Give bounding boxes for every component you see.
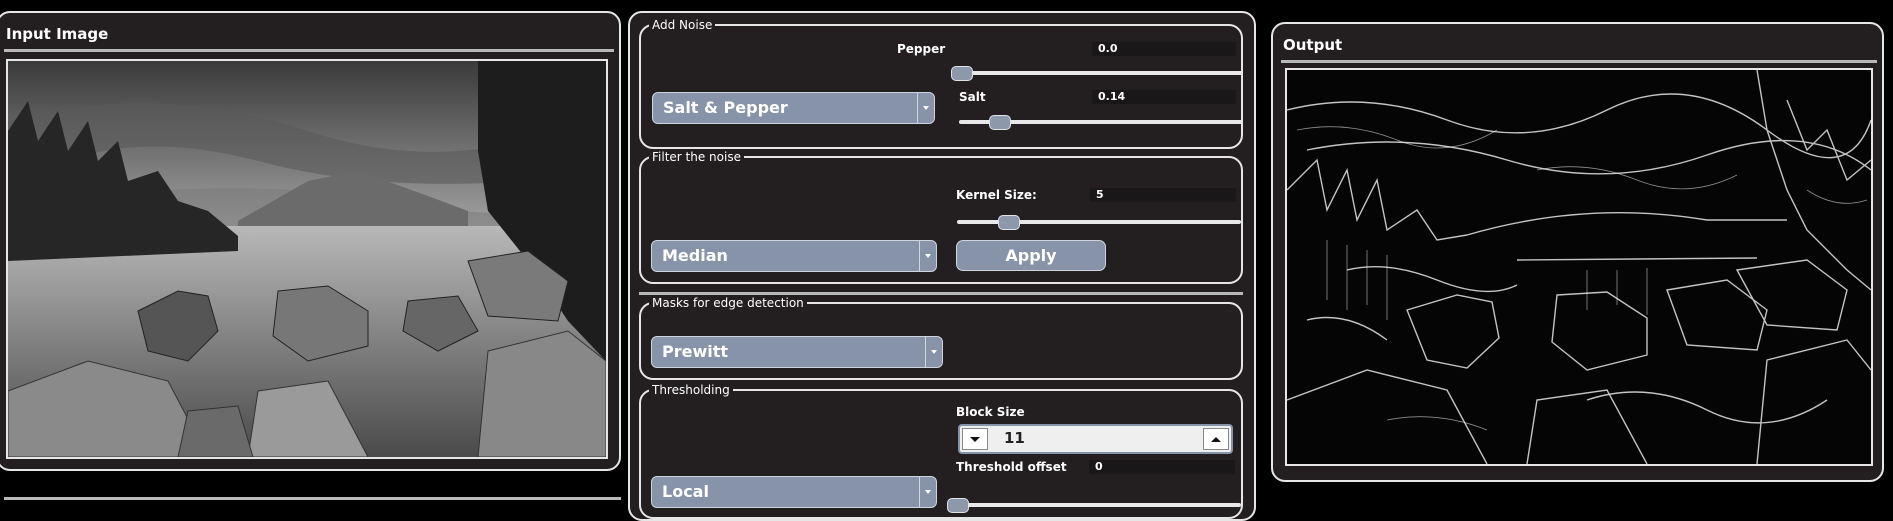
pepper-label: Pepper bbox=[897, 42, 946, 56]
spin-up-glyph bbox=[1211, 437, 1221, 442]
kernel-size-slider-handle[interactable] bbox=[998, 215, 1020, 230]
threshold-offset-label: Threshold offset bbox=[956, 460, 1067, 474]
input-image bbox=[6, 59, 608, 459]
controls-divider bbox=[639, 292, 1243, 295]
filter-type-value: Median bbox=[662, 246, 728, 265]
threshold-type-value: Local bbox=[662, 482, 709, 501]
pepper-slider-handle[interactable] bbox=[951, 66, 973, 81]
threshold-type-dropdown[interactable]: Local bbox=[651, 476, 937, 508]
threshold-offset-slider-handle[interactable] bbox=[947, 498, 969, 513]
edge-mask-dropdown[interactable]: Prewitt bbox=[651, 336, 943, 368]
output-panel-divider bbox=[1281, 60, 1877, 63]
chevron-down-icon[interactable] bbox=[925, 337, 942, 367]
edge-detection-legend: Masks for edge detection bbox=[649, 296, 807, 310]
output-edge-picture bbox=[1287, 70, 1871, 464]
noise-type-dropdown[interactable]: Salt & Pepper bbox=[652, 92, 935, 124]
input-panel-bottom-divider bbox=[4, 497, 621, 500]
spin-down-glyph bbox=[970, 437, 980, 442]
input-image-picture bbox=[8, 61, 606, 457]
input-panel-title: Input Image bbox=[6, 25, 109, 43]
edge-detection-group: Masks for edge detection Prewitt bbox=[639, 296, 1243, 380]
filter-noise-legend: Filter the noise bbox=[649, 150, 744, 164]
output-image bbox=[1285, 68, 1873, 466]
thresholding-legend: Thresholding bbox=[649, 383, 733, 397]
add-noise-legend: Add Noise bbox=[649, 18, 716, 32]
salt-label: Salt bbox=[959, 90, 986, 104]
chevron-down-icon[interactable] bbox=[919, 241, 936, 271]
kernel-size-label: Kernel Size: bbox=[956, 188, 1037, 202]
input-panel-divider bbox=[4, 49, 614, 52]
input-image-panel: Input Image bbox=[0, 11, 621, 471]
thresholding-group: Thresholding Block Size 11 Threshold off… bbox=[639, 383, 1243, 519]
block-size-value[interactable]: 11 bbox=[1004, 429, 1025, 447]
output-panel-title: Output bbox=[1283, 36, 1343, 54]
kernel-size-value: 5 bbox=[1090, 188, 1236, 202]
block-size-spinbox[interactable]: 11 bbox=[958, 424, 1233, 454]
edge-mask-value: Prewitt bbox=[662, 342, 729, 361]
output-panel: Output bbox=[1271, 22, 1884, 482]
salt-slider-handle[interactable] bbox=[989, 115, 1011, 130]
chevron-down-icon[interactable] bbox=[919, 477, 936, 507]
threshold-offset-value: 0 bbox=[1089, 460, 1235, 474]
noise-type-value: Salt & Pepper bbox=[663, 98, 788, 117]
chevron-down-icon[interactable] bbox=[917, 93, 934, 123]
salt-value: 0.14 bbox=[1092, 90, 1236, 104]
block-size-label: Block Size bbox=[956, 405, 1025, 419]
controls-panel: Add Noise Salt & Pepper Pepper 0.0 Salt … bbox=[628, 11, 1256, 521]
threshold-offset-slider[interactable] bbox=[957, 503, 1241, 507]
pepper-slider[interactable] bbox=[959, 71, 1243, 75]
add-noise-group: Add Noise Salt & Pepper Pepper 0.0 Salt … bbox=[639, 18, 1243, 149]
triangle-down-icon[interactable] bbox=[962, 428, 988, 450]
filter-type-dropdown[interactable]: Median bbox=[651, 240, 937, 272]
filter-noise-group: Filter the noise Median Kernel Size: 5 A… bbox=[639, 150, 1243, 284]
pepper-value: 0.0 bbox=[1092, 42, 1236, 56]
apply-button[interactable]: Apply bbox=[956, 240, 1106, 271]
triangle-up-icon[interactable] bbox=[1203, 428, 1229, 450]
